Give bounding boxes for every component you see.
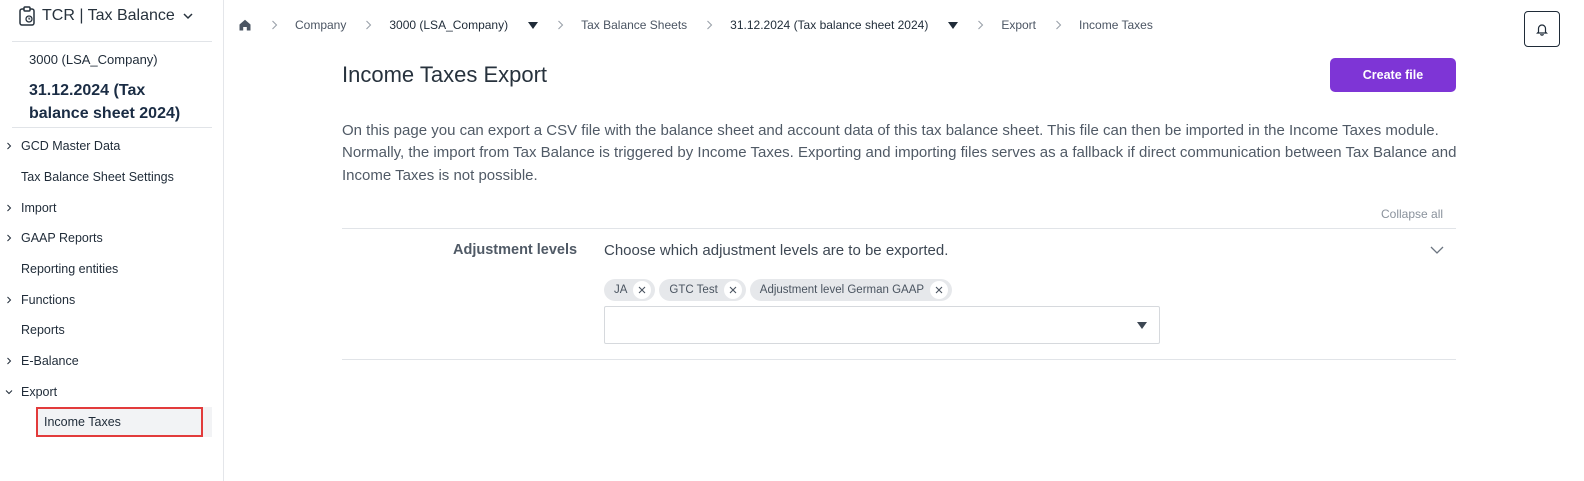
adjustment-levels-hint: Choose which adjustment levels are to be… <box>604 242 949 259</box>
sidebar-item-label: Import <box>21 200 57 215</box>
app-title: TCR | Tax Balance <box>42 7 175 24</box>
chevron-right-icon <box>7 357 12 365</box>
chevron-right-icon <box>366 20 372 30</box>
caret-down-icon <box>1137 322 1147 329</box>
tag-label: GTC Test <box>669 284 718 296</box>
sidebar-item-e-balance[interactable]: E-Balance <box>0 346 224 377</box>
sidebar-item-reports[interactable]: Reports <box>0 315 224 346</box>
tag-chip: Adjustment level German GAAP <box>749 279 953 301</box>
chevron-right-icon <box>7 296 12 304</box>
page-description: On this page you can export a CSV file w… <box>342 122 1457 184</box>
sidebar-item-label: GAAP Reports <box>21 231 103 246</box>
sidebar-item-import[interactable]: Import <box>0 192 224 223</box>
chevron-right-icon <box>707 20 713 30</box>
sidebar-item-label: Income Taxes <box>44 415 121 430</box>
sidebar-item-label: Functions <box>21 292 76 307</box>
sidebar-item-gcd-master-data[interactable]: GCD Master Data <box>0 131 224 162</box>
caret-down-icon[interactable] <box>948 21 959 29</box>
remove-tag-button[interactable] <box>633 281 652 299</box>
caret-down-icon[interactable] <box>528 21 539 29</box>
collapse-all-link[interactable]: Collapse all <box>1381 207 1443 221</box>
sidebar-item-gaap-reports[interactable]: GAAP Reports <box>0 223 224 254</box>
adjustment-levels-label: Adjustment levels <box>453 242 578 258</box>
page-title: Income Taxes Export <box>342 62 548 87</box>
chevron-right-icon <box>7 142 12 150</box>
sidebar-item-export[interactable]: Export <box>0 377 224 408</box>
clipboard-icon <box>19 6 35 26</box>
chevron-right-icon <box>978 20 984 30</box>
app-switcher[interactable]: TCR | Tax Balance <box>18 4 195 28</box>
chevron-right-icon <box>1056 20 1062 30</box>
chevron-down-icon <box>183 13 193 20</box>
sidebar-item-label: GCD Master Data <box>21 139 121 154</box>
tag-chip: GTC Test <box>659 279 746 301</box>
selected-levels: JA GTC Test Adjustment level German GAAP <box>604 279 953 301</box>
breadcrumb: Company 3000 (LSA_Company) Tax Balance S… <box>238 14 1153 36</box>
remove-tag-button[interactable] <box>723 281 742 299</box>
section-divider <box>342 228 1456 229</box>
close-icon <box>639 286 646 294</box>
breadcrumb-export[interactable]: Export <box>1001 18 1036 32</box>
adjustment-levels-select[interactable] <box>604 306 1160 344</box>
sidebar: TCR | Tax Balance 3000 (LSA_Company) 31.… <box>0 0 224 481</box>
tag-chip: JA <box>604 279 656 301</box>
sidebar-nav: GCD Master Data Tax Balance Sheet Settin… <box>0 131 224 438</box>
create-file-button[interactable]: Create file <box>1330 58 1456 92</box>
chevron-down-icon <box>5 389 13 395</box>
breadcrumb-tax-balance-sheets[interactable]: Tax Balance Sheets <box>581 18 687 32</box>
tag-label: Adjustment level German GAAP <box>759 284 925 296</box>
sidebar-item-label: Reporting entities <box>21 262 119 277</box>
chevron-right-icon <box>7 235 12 242</box>
sidebar-subitem-income-taxes[interactable]: Income Taxes <box>36 407 212 438</box>
context-sheet: 31.12.2024 (Tax balance sheet 2024) <box>29 82 181 122</box>
sidebar-item-reporting-entities[interactable]: Reporting entities <box>0 254 224 285</box>
sidebar-item-label: E-Balance <box>21 354 79 369</box>
sidebar-item-label: Reports <box>21 323 65 338</box>
breadcrumb-company-value[interactable]: 3000 (LSA_Company) <box>389 18 508 32</box>
breadcrumb-current: Income Taxes <box>1079 18 1153 32</box>
sidebar-item-tax-balance-sheet-settings[interactable]: Tax Balance Sheet Settings <box>0 162 224 193</box>
sidebar-item-label: Tax Balance Sheet Settings <box>21 170 174 185</box>
section-divider <box>342 359 1456 360</box>
sidebar-item-label: Export <box>21 384 58 399</box>
chevron-right-icon <box>272 20 278 30</box>
breadcrumb-sheet-value[interactable]: 31.12.2024 (Tax balance sheet 2024) <box>730 18 928 32</box>
chevron-right-icon <box>558 20 564 30</box>
remove-tag-button[interactable] <box>930 281 949 299</box>
bell-icon <box>1536 24 1548 36</box>
context-company: 3000 (LSA_Company) <box>29 52 158 67</box>
home-icon[interactable] <box>238 18 252 32</box>
close-icon <box>935 286 943 294</box>
tag-label: JA <box>614 284 628 296</box>
breadcrumb-company[interactable]: Company <box>295 18 346 32</box>
close-icon <box>729 286 737 294</box>
chevron-down-icon[interactable] <box>1429 244 1445 256</box>
sidebar-item-functions[interactable]: Functions <box>0 284 224 315</box>
notifications-button[interactable] <box>1524 11 1560 47</box>
sidebar-divider <box>12 127 212 128</box>
sidebar-divider <box>12 41 212 42</box>
chevron-right-icon <box>7 204 12 212</box>
